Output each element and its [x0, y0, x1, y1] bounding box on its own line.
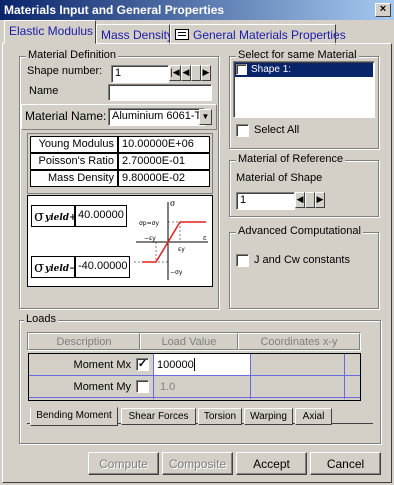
- moment-mx-value-cell[interactable]: 100000: [154, 354, 250, 375]
- shape-1-label: Shape 1:: [251, 64, 292, 75]
- shape-number-label: Shape number:: [27, 65, 103, 77]
- minus-sigma-label: −σy: [170, 269, 183, 276]
- subtab-axial[interactable]: Axial: [295, 408, 332, 425]
- subtab-shear-forces[interactable]: Shear Forces: [121, 408, 196, 425]
- col-divider: [344, 354, 345, 399]
- material-of-shape-label: Material of Shape: [236, 172, 323, 184]
- prev-shape-button[interactable]: ◀: [181, 65, 191, 81]
- yield-minus-symbol: σ yield−: [31, 256, 77, 278]
- advanced-group: Advanced Computational: [229, 225, 379, 309]
- tab-general-materials-properties[interactable]: General Materials Properties: [170, 24, 346, 45]
- material-name-select[interactable]: Aluminium 6061-T: [108, 108, 205, 126]
- subtab-warping[interactable]: Warping: [244, 408, 293, 425]
- table-row: Moment Mx ✓: [29, 354, 153, 375]
- moment-my-value: 1.0: [160, 381, 176, 393]
- next-reference-button[interactable]: ▶: [315, 192, 325, 208]
- young-modulus-field[interactable]: 10.00000E+06: [118, 136, 210, 153]
- moment-mx-label: Moment Mx: [73, 359, 131, 371]
- row-divider: [29, 397, 360, 398]
- jcw-checkbox[interactable]: [236, 254, 249, 267]
- group-title: Select for same Material: [236, 49, 359, 61]
- properties-icon: [175, 29, 189, 40]
- reference-shape-field[interactable]: 1: [236, 192, 295, 210]
- select-all-checkbox[interactable]: [236, 124, 249, 137]
- sigma-symbol: σ: [34, 258, 45, 276]
- stress-strain-graph: σ σp=σy −εy ε εy −σy: [134, 199, 208, 280]
- col-divider: [250, 354, 251, 399]
- next-shape-button[interactable]: ▶: [201, 65, 211, 81]
- tab-label: Mass Density: [101, 28, 174, 42]
- yield-minus-subscript: yield−: [45, 264, 77, 274]
- young-modulus-label: Young Modulus: [30, 136, 118, 153]
- group-title: Advanced Computational: [236, 225, 363, 237]
- accept-button[interactable]: Accept: [236, 452, 307, 475]
- composite-button[interactable]: Composite: [162, 452, 233, 475]
- yield-minus-field[interactable]: -40.00000: [75, 256, 130, 278]
- material-name-label: Material Name:: [25, 109, 107, 123]
- thumb-button[interactable]: [305, 192, 315, 208]
- list-item[interactable]: Shape 1:: [235, 63, 373, 77]
- poissons-ratio-label: Poisson's Ratio: [30, 153, 118, 170]
- compute-button[interactable]: Compute: [88, 452, 159, 475]
- subtab-bending-moment[interactable]: Bending Moment: [30, 407, 118, 426]
- name-label: Name: [29, 85, 59, 97]
- group-title: Material of Reference: [236, 153, 346, 165]
- subtab-torsion[interactable]: Torsion: [198, 408, 242, 425]
- header-load-value: Load Value: [140, 333, 238, 350]
- moment-my-label: Moment My: [73, 381, 131, 393]
- eps-y-label: εy: [178, 246, 185, 253]
- mass-density-field[interactable]: 9.80000E-02: [118, 170, 210, 187]
- shape-1-checkbox[interactable]: [236, 64, 247, 75]
- text-cursor: [194, 358, 195, 371]
- close-button[interactable]: ×: [375, 3, 391, 17]
- window-title: Materials Input and General Properties: [4, 3, 225, 17]
- minus-eps-label: −εy: [144, 235, 156, 242]
- tab-mass-density[interactable]: Mass Density: [96, 24, 174, 45]
- first-shape-button[interactable]: |◀: [169, 65, 181, 81]
- tab-label: Elastic Modulus: [9, 24, 94, 38]
- name-field[interactable]: [108, 84, 212, 101]
- group-title: Loads: [24, 313, 58, 325]
- cancel-button[interactable]: Cancel: [310, 452, 381, 475]
- poissons-ratio-field[interactable]: 2.70000E-01: [118, 153, 210, 170]
- eps-axis-label: ε: [203, 234, 207, 242]
- header-coordinates: Coordinates x-y: [238, 333, 360, 350]
- yield-plus-subscript: yield+: [45, 213, 77, 223]
- jcw-label: J and Cw constants: [254, 254, 350, 266]
- title-bar: Materials Input and General Properties: [0, 0, 394, 20]
- yield-plus-field[interactable]: 40.00000: [75, 205, 127, 227]
- chevron-down-icon[interactable]: ▼: [199, 109, 212, 125]
- sigma-symbol: σ: [34, 207, 45, 225]
- moment-my-value-cell[interactable]: 1.0: [154, 376, 250, 397]
- yield-plus-symbol: σ yield+: [31, 205, 77, 227]
- mass-density-label: Mass Density: [30, 170, 118, 187]
- sigma-axis-label: σ: [170, 199, 176, 208]
- sigma-p-label: σp=σy: [139, 220, 159, 227]
- moment-mx-checkbox[interactable]: ✓: [136, 358, 149, 371]
- header-description: Description: [28, 333, 140, 350]
- tab-label: General Materials Properties: [193, 28, 346, 42]
- moment-mx-value: 100000: [157, 359, 194, 371]
- select-all-label: Select All: [254, 124, 300, 136]
- thumb-button[interactable]: [191, 65, 201, 81]
- table-row: Moment My: [29, 376, 153, 397]
- moment-my-checkbox[interactable]: [136, 380, 149, 393]
- tab-elastic-modulus[interactable]: Elastic Modulus: [4, 20, 96, 44]
- prev-reference-button[interactable]: ◀: [295, 192, 305, 208]
- group-title: Material Definition: [26, 49, 119, 61]
- shape-number-field[interactable]: 1: [111, 65, 169, 83]
